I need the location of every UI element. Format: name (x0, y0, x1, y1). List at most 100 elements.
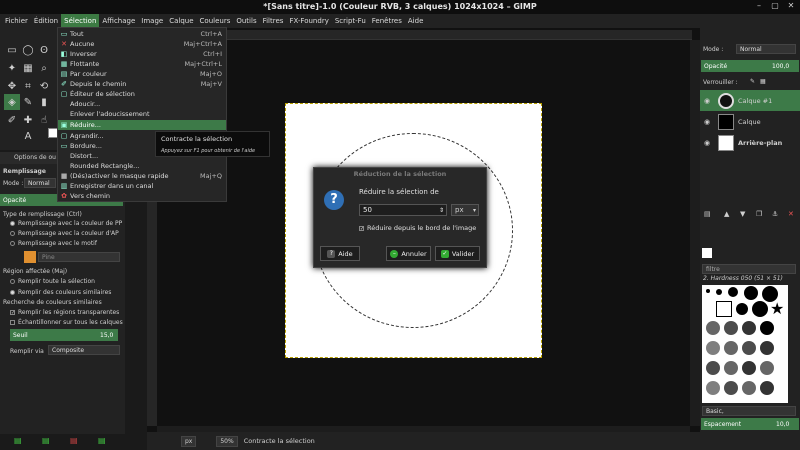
pencil-icon[interactable]: ✎ (20, 94, 36, 110)
eye-icon[interactable]: ◉ (704, 97, 712, 105)
shrink-from-border-check[interactable]: ✓ Réduire depuis le bord de l'image (359, 224, 476, 232)
menu-item-inverser[interactable]: ◧ Inverser Ctrl+I (58, 49, 226, 59)
brush-preset-combo[interactable]: Basic, (702, 406, 796, 416)
menu-couleurs[interactable]: Couleurs (197, 14, 234, 28)
eye-icon[interactable]: ◉ (704, 118, 712, 126)
grow-icon: ▢ (60, 132, 68, 140)
smudge-icon[interactable]: ☝ (36, 112, 52, 128)
cancel-button[interactable]: – Annuler (386, 246, 431, 261)
menu-item-depuis-chemin[interactable]: ✐ Depuis le chemin Maj+V (58, 79, 226, 89)
menu-item-par-couleur[interactable]: ▤ Par couleur Maj+O (58, 69, 226, 79)
menu-aide[interactable]: Aide (405, 14, 426, 28)
menu-item-tout[interactable]: ▭ Tout Ctrl+A (58, 29, 226, 39)
layer-row-calque[interactable]: ◉ Calque (700, 111, 800, 132)
unit-combo[interactable]: px (181, 435, 197, 447)
zoom-combo[interactable]: 50% (216, 435, 238, 447)
menu-item-vers-chemin[interactable]: ✿ Vers chemin (58, 191, 226, 201)
eye-icon[interactable]: ◉ (704, 139, 712, 147)
close-icon[interactable]: ✕ (786, 1, 796, 11)
raise-layer-icon[interactable]: ▲ (724, 210, 729, 218)
menu-fenetres[interactable]: Fenêtres (369, 14, 405, 28)
fuzzy-select-icon[interactable]: ✦ (4, 60, 20, 76)
lower-layer-icon[interactable]: ▼ (740, 210, 745, 218)
fill-transparent-check[interactable]: ✓ Remplir les régions transparentes (10, 309, 119, 316)
brush-filter-input[interactable]: filtre (702, 264, 796, 274)
menu-script-fu[interactable]: Script-Fu (332, 14, 369, 28)
crop-icon[interactable]: ⌗ (20, 78, 36, 94)
help-button[interactable]: ? Aide (320, 246, 360, 261)
affect-similar-radio[interactable]: Remplir des couleurs similaires (10, 289, 111, 296)
maximize-icon[interactable]: ▢ (770, 1, 780, 11)
lasso-icon[interactable]: ʘ (36, 42, 52, 58)
border-icon: ▭ (60, 142, 68, 150)
transform-icon[interactable]: ⟲ (36, 78, 52, 94)
ok-button[interactable]: ✓ Valider (435, 246, 480, 261)
menu-image[interactable]: Image (138, 14, 166, 28)
shrink-amount-input[interactable]: 50 ⇕ (359, 204, 447, 216)
menu-item-adoucir[interactable]: Adoucir... (58, 99, 226, 109)
menu-item-enlever-adoucissement[interactable]: Enlever l'adoucissement (58, 109, 226, 119)
vertical-scrollbar[interactable] (690, 40, 700, 426)
menu-fichier[interactable]: Fichier (2, 14, 31, 28)
lock-pixels-icon[interactable]: ✎ (750, 78, 755, 85)
menu-item-editeur[interactable]: ▢ Éditeur de sélection (58, 89, 226, 99)
menu-calque[interactable]: Calque (166, 14, 196, 28)
heal-icon[interactable]: ✚ (20, 112, 36, 128)
menu-item-aucune[interactable]: ✕ Aucune Maj+Ctrl+A (58, 39, 226, 49)
new-layer-icon[interactable]: ▤ (704, 210, 711, 218)
lock-alpha-icon[interactable]: ▦ (760, 78, 766, 85)
ellipse-select-icon[interactable]: ◯ (20, 42, 36, 58)
delete-options-icon[interactable]: ▤ (70, 436, 78, 445)
menu-outils[interactable]: Outils (233, 14, 259, 28)
menu-fx-foundry[interactable]: FX-Foundry (286, 14, 331, 28)
fill-by-combo[interactable]: Composite (48, 345, 120, 355)
menu-item-enregistrer-canal[interactable]: ▥ Enregistrer dans un canal (58, 181, 226, 191)
duplicate-layer-icon[interactable]: ❐ (756, 210, 762, 218)
shrink-unit-combo[interactable]: px ▾ (451, 204, 479, 216)
menu-filtres[interactable]: Filtres (260, 14, 287, 28)
affect-selection-radio[interactable]: Remplir toute la sélection (10, 278, 95, 285)
fill-fg-radio[interactable]: Remplissage avec la couleur de PP (10, 220, 122, 227)
anchor-layer-icon[interactable]: ⚓ (772, 210, 778, 218)
save-options-icon[interactable]: ▤ (14, 436, 22, 445)
zoom-icon[interactable]: ⌕ (36, 60, 52, 76)
delete-layer-icon[interactable]: ✕ (788, 210, 794, 218)
move-icon[interactable]: ✥ (4, 78, 20, 94)
brush-tab[interactable] (702, 248, 712, 258)
tool-options-tab[interactable]: Options de ou (0, 152, 60, 164)
question-icon: ? (324, 190, 344, 210)
menu-affichage[interactable]: Affichage (99, 14, 138, 28)
gradient-icon[interactable]: ▮ (36, 94, 52, 110)
menu-item-flottante[interactable]: ▦ Flottante Maj+Ctrl+L (58, 59, 226, 69)
mode-label: Mode : (3, 180, 24, 187)
mode-combo[interactable]: Normal (24, 178, 56, 188)
airbrush-icon[interactable]: ✐ (4, 112, 20, 128)
layer-mode-combo[interactable]: Normal (736, 44, 796, 54)
tooltip: Contracte la sélection Appuyez sur F1 po… (155, 131, 270, 157)
chevron-down-icon: ▾ (472, 207, 476, 214)
minimize-icon[interactable]: – (754, 1, 764, 11)
restore-options-icon[interactable]: ▤ (42, 436, 50, 445)
status-message: Contracte la sélection (243, 437, 315, 445)
fill-pattern-radio[interactable]: Remplissage avec le motif (10, 240, 97, 247)
layer-row-arriere-plan[interactable]: ◉ Arrière-plan (700, 132, 800, 153)
pattern-name[interactable]: Pine (38, 252, 120, 262)
menu-edition[interactable]: Édition (31, 14, 61, 28)
bucket-fill-icon[interactable]: ◈ (4, 94, 20, 110)
menu-item-reduire[interactable]: ▣ Réduire... (58, 120, 226, 130)
menu-item-rounded-rectangle[interactable]: Rounded Rectangle... (58, 161, 226, 171)
rect-select-icon[interactable]: ▭ (4, 42, 20, 58)
tool-options-panel: Remplissage Mode : Normal Opacité Type d… (0, 164, 125, 445)
menu-item-masque-rapide[interactable]: ■ (Dés)activer le masque rapide Maj+Q (58, 171, 226, 181)
selection-menu: ▭ Tout Ctrl+A ✕ Aucune Maj+Ctrl+A ◧ Inverser C… (57, 27, 227, 202)
color-select-icon[interactable]: ▦ (20, 60, 36, 76)
menu-selection[interactable]: Sélection (61, 14, 100, 28)
brush-grid[interactable]: ★ (702, 285, 788, 403)
pattern-swatch[interactable] (24, 251, 36, 263)
text-icon[interactable]: A (20, 128, 36, 144)
reset-options-icon[interactable]: ▤ (98, 436, 106, 445)
layer-row-calque-1[interactable]: ◉ Calque #1 (700, 90, 800, 111)
fill-bg-radio[interactable]: Remplissage avec la couleur d'AP (10, 230, 119, 237)
sample-merged-check[interactable]: Échantillonner sur tous les calques (10, 319, 123, 326)
to-path-icon: ✿ (61, 192, 67, 200)
